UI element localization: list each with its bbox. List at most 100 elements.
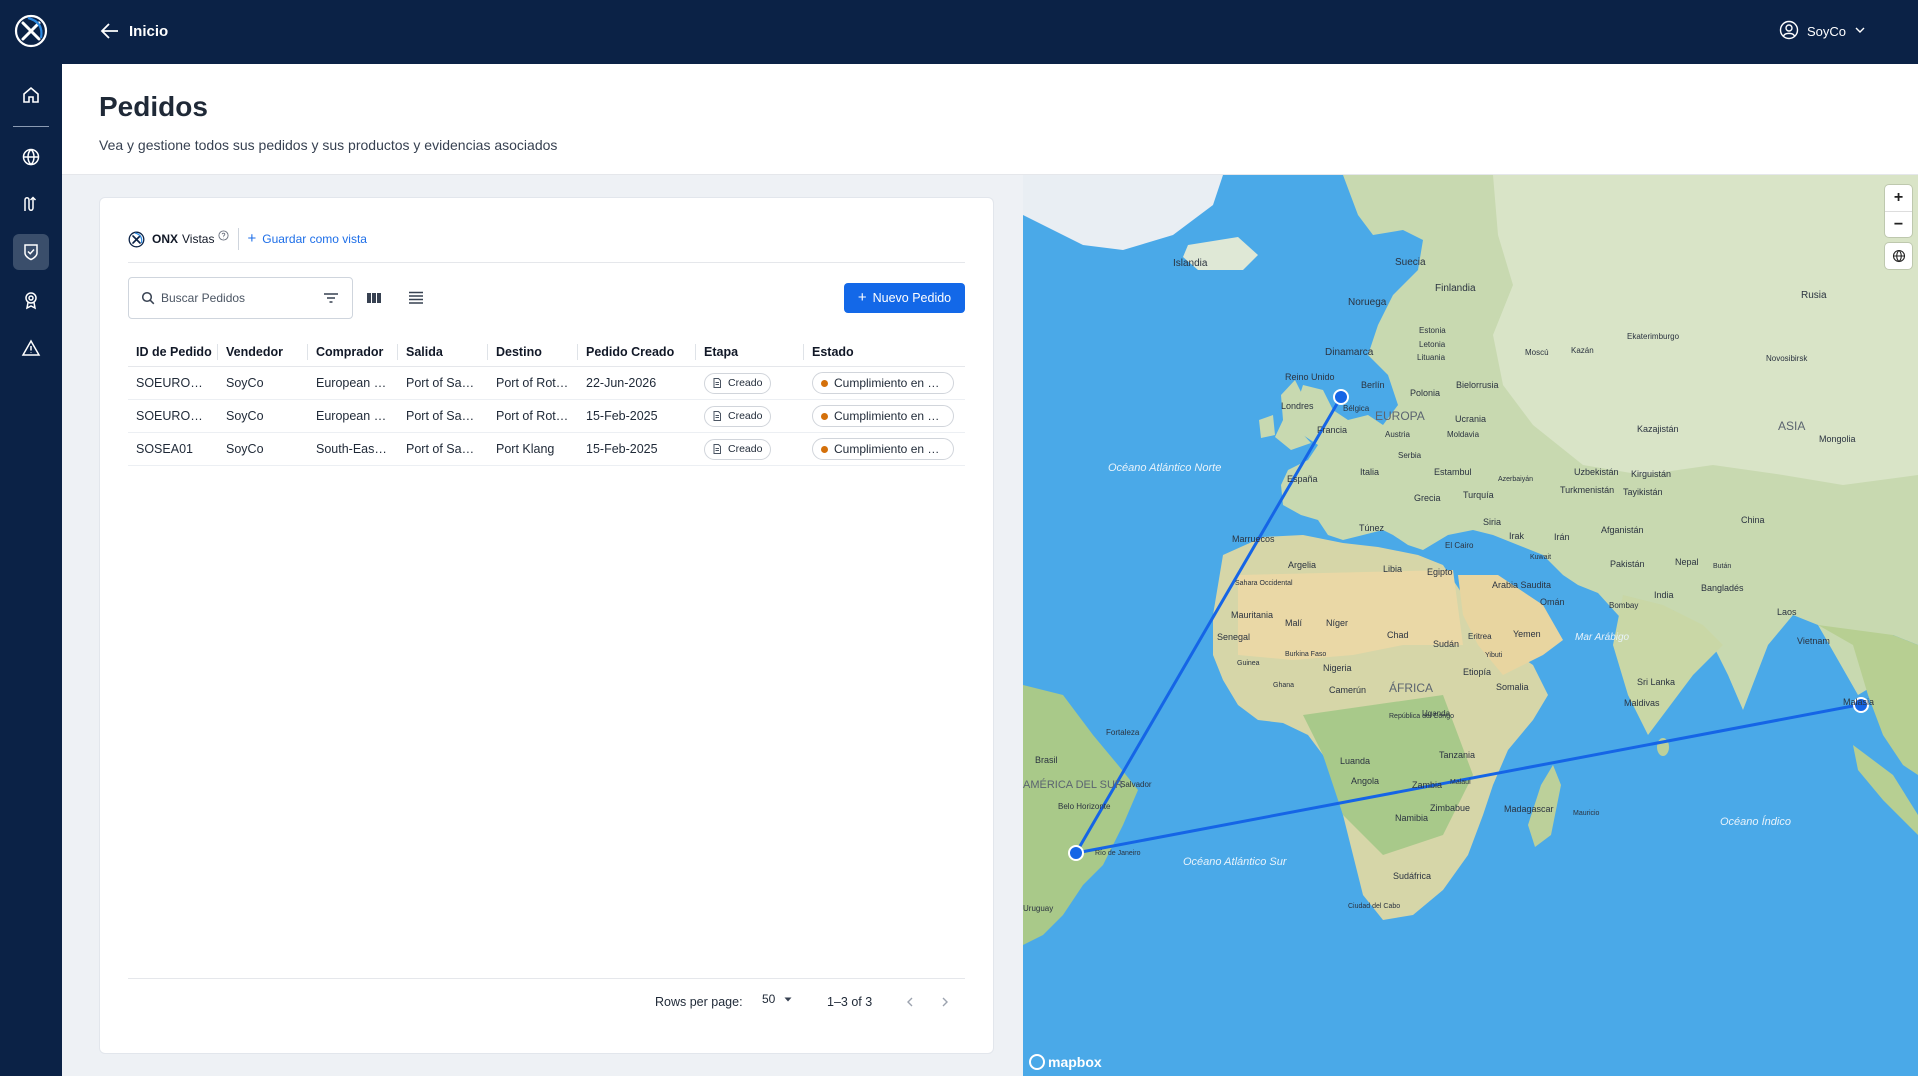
map-label: Sudán (1433, 639, 1459, 649)
back-label: Inicio (129, 22, 169, 40)
map-label: Austria (1385, 430, 1410, 439)
document-icon (713, 378, 721, 388)
table-header: ID de Pedido Vendedor Comprador Salida D… (128, 337, 965, 367)
search-input[interactable] (161, 291, 341, 305)
cell-estado: Cumplimiento en curso (804, 367, 965, 399)
route-icon[interactable] (13, 186, 49, 222)
warning-icon[interactable] (13, 330, 49, 366)
map-label: Guinea (1237, 660, 1260, 667)
map-label: Berlín (1361, 380, 1385, 390)
map-label: Mauritania (1231, 610, 1273, 620)
cell-comprador: European Buyer (316, 409, 390, 423)
map-label: Océano Atlántico Norte (1108, 462, 1221, 474)
route-marker-santos (1068, 845, 1084, 861)
globe-icon[interactable] (13, 139, 49, 175)
route-map[interactable]: Islandia Suecia Finlandia Noruega Rusia … (1023, 175, 1918, 1076)
column-header-comprador[interactable]: Comprador (308, 337, 398, 366)
map-label: Novosibirsk (1766, 354, 1808, 363)
user-menu[interactable]: SoyCo (1779, 20, 1866, 43)
map-label: Níger (1326, 618, 1348, 628)
map-label: Chad (1387, 630, 1409, 640)
previous-page-button[interactable] (900, 992, 920, 1012)
orders-shield-icon[interactable] (13, 234, 49, 270)
save-view-button[interactable]: + Guardar como vista (247, 231, 366, 246)
map-label: Azerbaiyán (1498, 476, 1533, 483)
cell-vendedor: SoyCo (226, 376, 264, 390)
map-label: Egipto (1427, 567, 1453, 577)
map-label: Yemen (1513, 629, 1541, 639)
new-order-button[interactable]: + Nuevo Pedido (844, 283, 965, 313)
cell-pedido-creado: 15-Feb-2025 (586, 409, 658, 423)
map-label: Libia (1383, 564, 1402, 574)
column-header-pedido-creado[interactable]: Pedido Creado (578, 337, 696, 366)
home-icon[interactable] (13, 77, 49, 113)
rows-per-page-value: 50 (762, 992, 776, 1006)
cell-salida: Port of Santos (406, 442, 480, 456)
page-subtitle: Vea y gestione todos sus pedidos y sus p… (99, 137, 558, 153)
map-label: Nepal (1675, 557, 1699, 567)
table-row[interactable]: SOEUROPE02 SoyCo European Buyer Port of … (128, 400, 965, 433)
table-row[interactable]: SOSEA01 SoyCo South-East Asia Buyer Port… (128, 433, 965, 466)
mapbox-logo[interactable]: mapbox (1029, 1054, 1102, 1070)
document-icon (713, 444, 721, 454)
map-label: Nigeria (1323, 663, 1352, 673)
map-label: Francia (1317, 425, 1347, 435)
column-header-vendedor[interactable]: Vendedor (218, 337, 308, 366)
chevron-down-icon (1854, 24, 1866, 39)
map-label: India (1654, 590, 1674, 600)
filter-icon[interactable] (320, 287, 342, 309)
map-label: Moldavia (1447, 430, 1480, 439)
sidebar (0, 0, 62, 1076)
views-separator (238, 228, 240, 250)
map-label: Noruega (1348, 297, 1387, 308)
new-order-label: Nuevo Pedido (872, 291, 952, 305)
back-button[interactable]: Inicio (99, 20, 168, 42)
globe-projection-icon[interactable] (1885, 243, 1912, 269)
column-header-salida[interactable]: Salida (398, 337, 488, 366)
cell-comprador: European Buyer (316, 376, 390, 390)
stage-chip: Creado (704, 405, 772, 427)
map-label: Namibia (1395, 813, 1428, 823)
status-dot (821, 445, 828, 453)
help-icon[interactable] (218, 229, 230, 241)
mapbox-logo-icon (1029, 1054, 1045, 1070)
zoom-out-button[interactable]: − (1885, 211, 1912, 237)
map-label: Ucrania (1455, 414, 1486, 424)
density-icon[interactable] (405, 287, 427, 309)
map-label: Siria (1483, 517, 1501, 527)
column-header-id[interactable]: ID de Pedido (128, 337, 218, 366)
column-header-estado[interactable]: Estado (804, 337, 965, 366)
column-header-destino[interactable]: Destino (488, 337, 578, 366)
map-label: Irak (1509, 531, 1525, 541)
map-label: Italia (1360, 467, 1379, 477)
map-label: Sri Lanka (1637, 677, 1675, 687)
map-label: Letonia (1419, 340, 1446, 349)
pagination-range: 1–3 of 3 (827, 995, 873, 1009)
map-label: Senegal (1217, 632, 1250, 642)
mapbox-attribution: mapbox (1048, 1054, 1102, 1070)
map-label: Londres (1281, 401, 1314, 411)
map-label: Madagascar (1504, 804, 1554, 814)
views-label[interactable]: Vistas (182, 232, 214, 246)
award-icon[interactable] (13, 282, 49, 318)
rows-per-page-select[interactable]: 50 (762, 992, 793, 1006)
map-label: Omán (1540, 597, 1565, 607)
table-row[interactable]: SOEUROPE01 SoyCo European Buyer Port of … (128, 367, 965, 400)
cell-etapa: Creado (696, 400, 804, 432)
next-page-button[interactable] (935, 992, 955, 1012)
map-label: Ciudad del Cabo (1348, 903, 1400, 910)
cell-id: SOEUROPE01 (136, 376, 210, 390)
column-header-etapa[interactable]: Etapa (696, 337, 804, 366)
globe-control (1885, 243, 1912, 269)
map-label: Océano Atlántico Sur (1183, 856, 1288, 868)
map-label: Grecia (1414, 493, 1441, 503)
map-label: Uzbekistán (1574, 467, 1619, 477)
route-marker-rotterdam (1333, 389, 1349, 405)
zoom-in-button[interactable]: + (1885, 185, 1912, 211)
columns-icon[interactable] (363, 287, 385, 309)
onx-logo[interactable] (14, 14, 48, 48)
map-label: Estambul (1434, 467, 1472, 477)
map-label: Moscú (1525, 348, 1549, 357)
map-canvas[interactable]: Islandia Suecia Finlandia Noruega Rusia … (1023, 175, 1918, 1076)
map-label: Pakistán (1610, 559, 1645, 569)
